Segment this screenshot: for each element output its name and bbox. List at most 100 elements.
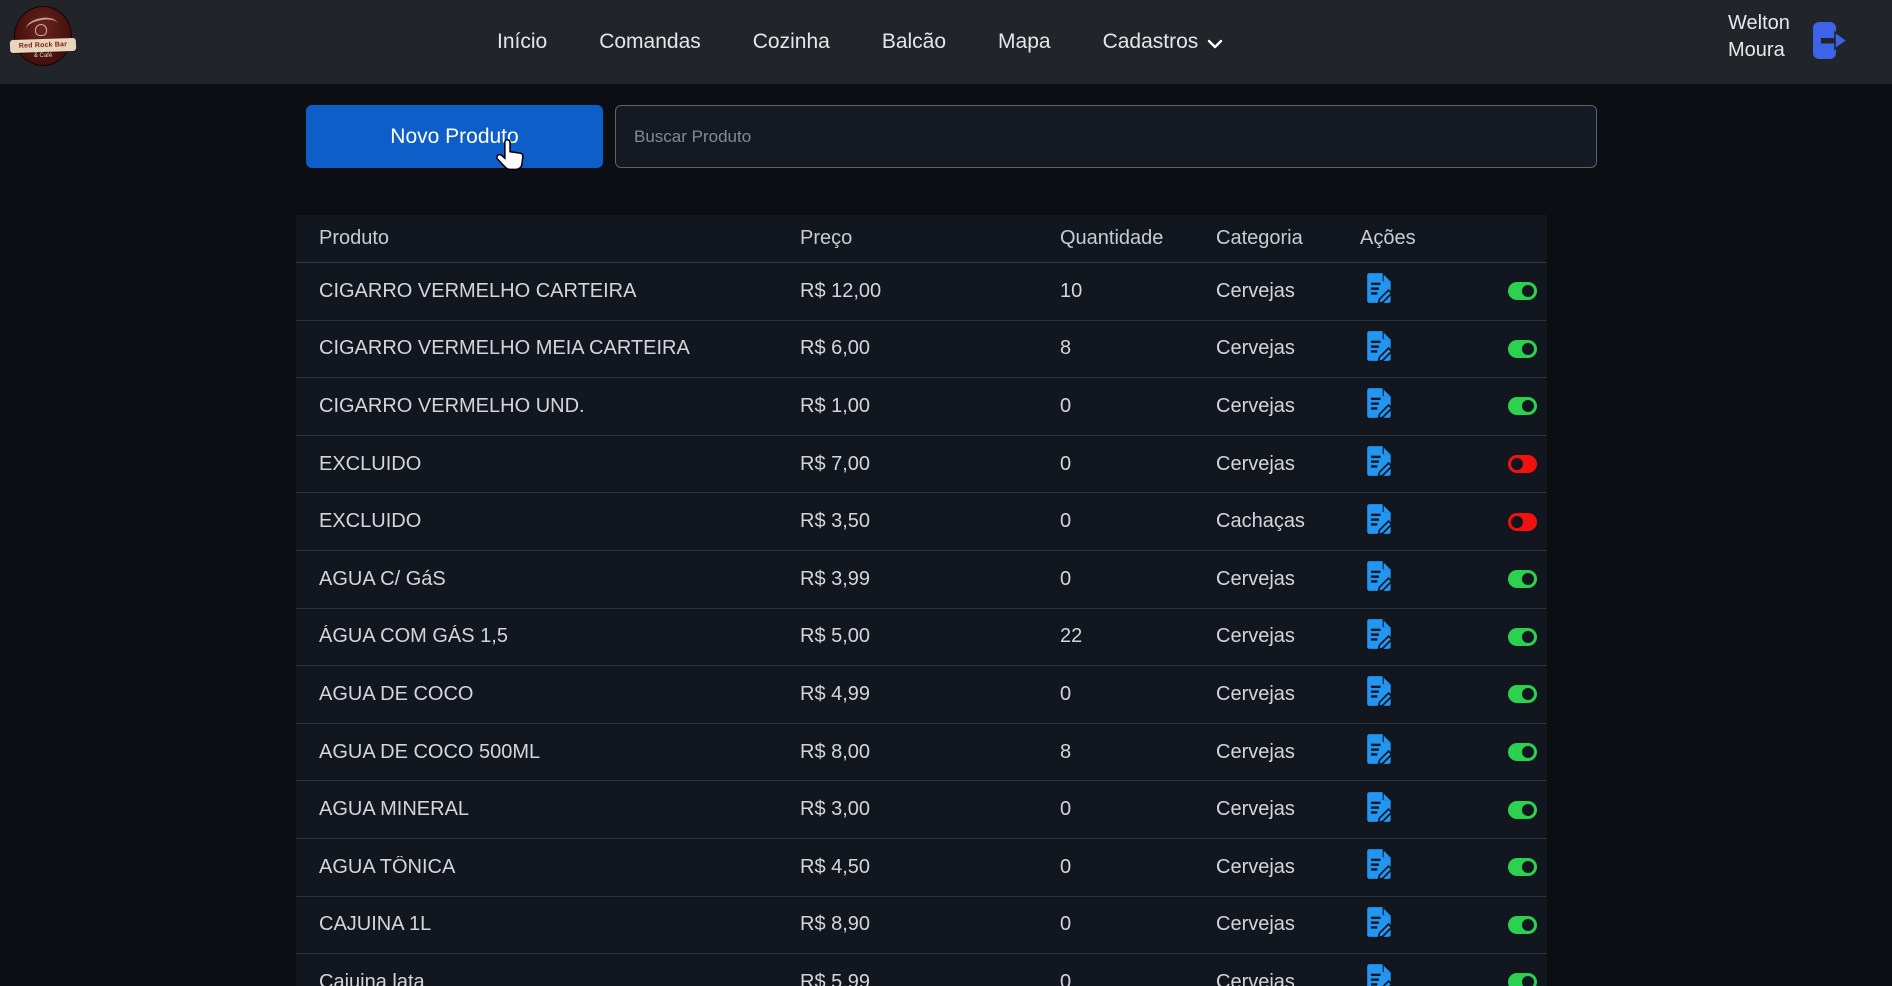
product-price: R$ 7,00 [800, 453, 1060, 476]
product-category: Cervejas [1216, 683, 1360, 706]
table-row: AGUA TÔNICA R$ 4,50 0 Cervejas [296, 839, 1547, 897]
product-price: R$ 5,00 [800, 625, 1060, 648]
brand-logo[interactable]: Red Rock Bar & Café [14, 4, 72, 68]
edit-product-button[interactable] [1366, 445, 1394, 477]
product-price: R$ 3,50 [800, 510, 1060, 533]
nav-item-cozinha[interactable]: Cozinha [753, 30, 830, 54]
chevron-down-icon [1207, 39, 1223, 49]
active-toggle[interactable] [1508, 858, 1537, 876]
product-price: R$ 6,00 [800, 337, 1060, 360]
table-row: Cajuina lata R$ 5,99 0 Cervejas [296, 954, 1547, 986]
table-row: AGUA DE COCO 500ML R$ 8,00 8 Cervejas [296, 724, 1547, 782]
product-quantity: 0 [1060, 395, 1216, 418]
nav-item-comandas[interactable]: Comandas [599, 30, 701, 54]
product-quantity: 0 [1060, 683, 1216, 706]
edit-document-icon [1366, 848, 1394, 880]
user-last-name: Moura [1728, 37, 1790, 64]
active-toggle[interactable] [1508, 801, 1537, 819]
active-toggle[interactable] [1508, 513, 1537, 531]
nav-item-cadastros[interactable]: Cadastros [1103, 30, 1224, 54]
edit-product-button[interactable] [1366, 560, 1394, 592]
logout-icon [1812, 20, 1848, 64]
table-row: EXCLUIDO R$ 3,50 0 Cachaças [296, 493, 1547, 551]
brand-logo-badge: Red Rock Bar & Café [14, 6, 72, 66]
product-quantity: 0 [1060, 510, 1216, 533]
nav-menu: Início Comandas Cozinha Balcão Mapa Cada… [497, 0, 1223, 84]
product-name: CIGARRO VERMELHO UND. [296, 395, 800, 418]
edit-product-button[interactable] [1366, 272, 1394, 304]
edit-product-button[interactable] [1366, 791, 1394, 823]
product-quantity: 0 [1060, 798, 1216, 821]
product-price: R$ 3,99 [800, 568, 1060, 591]
logo-cup-icon [35, 24, 47, 36]
product-name: AGUA TÔNICA [296, 856, 800, 879]
edit-product-button[interactable] [1366, 963, 1394, 986]
product-price: R$ 8,90 [800, 913, 1060, 936]
table-header-row: Produto Preço Quantidade Categoria Ações [296, 215, 1547, 263]
products-table: Produto Preço Quantidade Categoria Ações… [296, 215, 1547, 986]
active-toggle[interactable] [1508, 397, 1537, 415]
col-header-preco: Preço [800, 227, 1060, 250]
product-name: AGUA MINERAL [296, 798, 800, 821]
new-product-button[interactable]: Novo Produto [306, 105, 603, 168]
active-toggle[interactable] [1508, 628, 1537, 646]
col-header-quantidade: Quantidade [1060, 227, 1216, 250]
search-product-input[interactable] [615, 105, 1597, 168]
edit-product-button[interactable] [1366, 618, 1394, 650]
edit-document-icon [1366, 733, 1394, 765]
nav-item-inicio[interactable]: Início [497, 30, 547, 54]
edit-document-icon [1366, 272, 1394, 304]
product-quantity: 8 [1060, 337, 1216, 360]
product-price: R$ 4,99 [800, 683, 1060, 706]
edit-product-button[interactable] [1366, 906, 1394, 938]
product-price: R$ 3,00 [800, 798, 1060, 821]
active-toggle[interactable] [1508, 455, 1537, 473]
active-toggle[interactable] [1508, 973, 1537, 986]
product-name: CIGARRO VERMELHO CARTEIRA [296, 280, 800, 303]
edit-document-icon [1366, 445, 1394, 477]
brand-subname: & Café [15, 53, 71, 59]
edit-document-icon [1366, 963, 1394, 986]
product-quantity: 0 [1060, 971, 1216, 986]
product-price: R$ 1,00 [800, 395, 1060, 418]
table-row: ÁGUA COM GÁS 1,5 R$ 5,00 22 Cervejas [296, 609, 1547, 667]
product-quantity: 22 [1060, 625, 1216, 648]
edit-product-button[interactable] [1366, 675, 1394, 707]
nav-item-mapa[interactable]: Mapa [998, 30, 1051, 54]
user-first-name: Welton [1728, 10, 1790, 37]
product-quantity: 0 [1060, 856, 1216, 879]
table-body: CIGARRO VERMELHO CARTEIRA R$ 12,00 10 Ce… [296, 263, 1547, 986]
table-row: AGUA DE COCO R$ 4,99 0 Cervejas [296, 666, 1547, 724]
edit-product-button[interactable] [1366, 733, 1394, 765]
active-toggle[interactable] [1508, 743, 1537, 761]
product-quantity: 8 [1060, 741, 1216, 764]
edit-product-button[interactable] [1366, 503, 1394, 535]
table-row: CIGARRO VERMELHO MEIA CARTEIRA R$ 6,00 8… [296, 321, 1547, 379]
product-category: Cervejas [1216, 625, 1360, 648]
active-toggle[interactable] [1508, 282, 1537, 300]
product-price: R$ 8,00 [800, 741, 1060, 764]
product-quantity: 0 [1060, 568, 1216, 591]
active-toggle[interactable] [1508, 685, 1537, 703]
col-header-categoria: Categoria [1216, 227, 1360, 250]
product-category: Cervejas [1216, 913, 1360, 936]
table-row: AGUA C/ GáS R$ 3,99 0 Cervejas [296, 551, 1547, 609]
edit-document-icon [1366, 791, 1394, 823]
edit-product-button[interactable] [1366, 848, 1394, 880]
product-category: Cachaças [1216, 510, 1360, 533]
logout-button[interactable] [1812, 20, 1848, 64]
product-name: Cajuina lata [296, 971, 800, 986]
product-name: AGUA DE COCO [296, 683, 800, 706]
edit-document-icon [1366, 906, 1394, 938]
edit-document-icon [1366, 387, 1394, 419]
active-toggle[interactable] [1508, 916, 1537, 934]
edit-product-button[interactable] [1366, 387, 1394, 419]
active-toggle[interactable] [1508, 570, 1537, 588]
product-category: Cervejas [1216, 395, 1360, 418]
nav-item-balcao[interactable]: Balcão [882, 30, 946, 54]
edit-document-icon [1366, 330, 1394, 362]
product-quantity: 0 [1060, 453, 1216, 476]
edit-product-button[interactable] [1366, 330, 1394, 362]
product-name: EXCLUIDO [296, 510, 800, 533]
active-toggle[interactable] [1508, 340, 1537, 358]
